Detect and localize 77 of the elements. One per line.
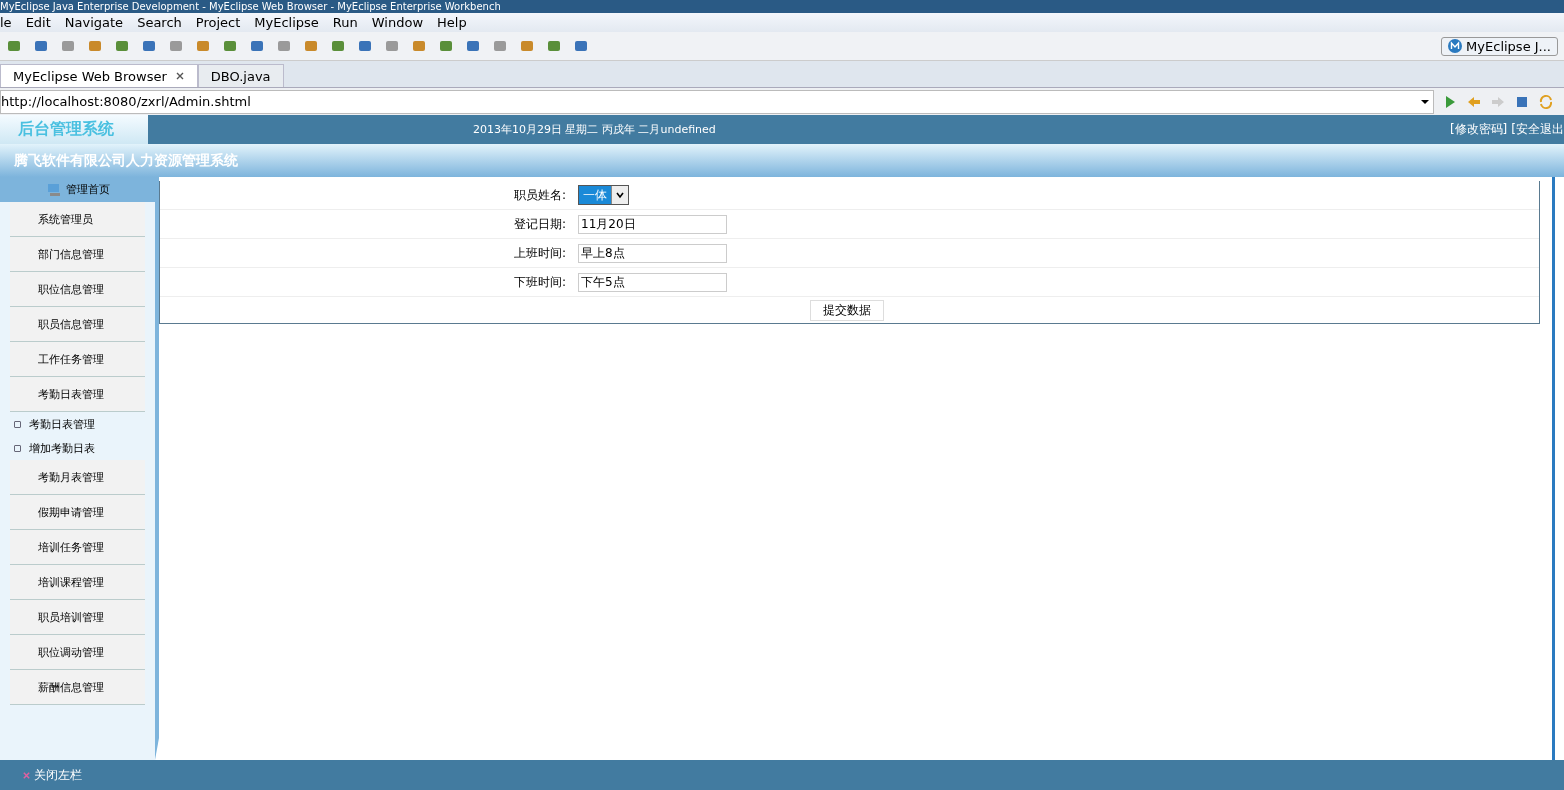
toolbar-icon[interactable]	[546, 38, 562, 54]
window-title: MyEclipse Java Enterprise Development - MyEclipse Web Browser - MyEclipse Enterprise Workbench	[0, 0, 501, 13]
close-sidebar-link[interactable]: 关闭左栏	[16, 765, 88, 785]
date-text: 2013年10月29日 星期二 丙戌年 二月undefined	[473, 122, 716, 137]
menu-item[interactable]: Edit	[25, 15, 51, 30]
toolbar-icon[interactable]	[33, 38, 49, 54]
menu-item[interactable]: Search	[137, 15, 182, 30]
toolbar-icon[interactable]	[357, 38, 373, 54]
close-icon	[22, 770, 31, 780]
field-label: 职员姓名:	[512, 186, 567, 204]
toolbar-icon[interactable]	[492, 38, 508, 54]
perspective-button[interactable]: MyEclipse J...	[1441, 36, 1558, 56]
bullet-icon	[14, 420, 21, 428]
toolbar-icon[interactable]	[519, 38, 535, 54]
menu-item[interactable]: Project	[195, 15, 241, 30]
editor-tab[interactable]: DBO.java	[197, 64, 284, 87]
toolbar-icon[interactable]	[222, 38, 238, 54]
sidebar-item[interactable]: 部门信息管理	[10, 237, 145, 272]
app-logo: 后台管理系统	[0, 115, 148, 144]
toolbar-icon[interactable]	[303, 38, 319, 54]
sidebar-subitem[interactable]: 增加考勤日表	[29, 440, 95, 456]
menu-item[interactable]: Run	[332, 15, 358, 30]
menu-item[interactable]: MyEclipse	[254, 15, 319, 30]
toolbar-icon[interactable]	[141, 38, 157, 54]
toolbar-icon[interactable]	[114, 38, 130, 54]
computer-icon	[45, 181, 62, 198]
menu-item[interactable]: le	[0, 15, 12, 30]
sidebar-item[interactable]: 职位信息管理	[10, 272, 145, 307]
sidebar-item[interactable]: 培训任务管理	[10, 530, 145, 565]
toolbar-icon[interactable]	[276, 38, 292, 54]
toolbar-icon[interactable]	[168, 38, 184, 54]
sidebar-subitem[interactable]: 考勤日表管理	[29, 416, 95, 432]
refresh-icon[interactable]	[1538, 93, 1554, 110]
scrollbar[interactable]	[1552, 177, 1564, 760]
dropdown-caret-icon[interactable]	[1421, 97, 1429, 106]
bullet-icon	[14, 444, 21, 452]
sidebar-item[interactable]: 假期申请管理	[10, 495, 145, 530]
field-label: 上班时间:	[512, 244, 567, 262]
sidebar-item[interactable]: 系统管理员	[10, 202, 145, 237]
toolbar-icon[interactable]	[438, 38, 454, 54]
toolbar-icon[interactable]	[330, 38, 346, 54]
toolbar-icon[interactable]	[411, 38, 427, 54]
toolbar-icon[interactable]	[87, 38, 103, 54]
toolbar-icon[interactable]	[249, 38, 265, 54]
input-field[interactable]: 下午5点	[578, 272, 727, 292]
logo-icon	[1448, 39, 1463, 53]
toolbar-icon[interactable]	[195, 38, 211, 54]
chevron-down-icon	[615, 190, 625, 200]
sidebar-item[interactable]: 考勤月表管理	[10, 460, 145, 495]
field-label: 登记日期:	[512, 215, 567, 233]
toolbar-icon[interactable]	[384, 38, 400, 54]
menu-item[interactable]: Navigate	[64, 15, 124, 30]
menu-item[interactable]: Help	[437, 15, 467, 30]
sidebar-item[interactable]: 工作任务管理	[10, 342, 145, 377]
header-link[interactable]: [修改密码]	[1449, 121, 1508, 138]
home-link[interactable]: 管理首页	[65, 182, 110, 197]
sidebar-item[interactable]: 职员培训管理	[10, 600, 145, 635]
sidebar-item[interactable]: 职位调动管理	[10, 635, 145, 670]
editor-tab[interactable]: MyEclipse Web Browser	[0, 64, 198, 87]
sidebar-item[interactable]: 培训课程管理	[10, 565, 145, 600]
toolbar-icon[interactable]	[573, 38, 589, 54]
header-link[interactable]: [安全退出	[1511, 121, 1564, 138]
field-label: 下班时间:	[512, 273, 567, 291]
url-field[interactable]: http://localhost:8080/zxrl/Admin.shtml	[0, 89, 1434, 114]
toolbar-icon[interactable]	[465, 38, 481, 54]
input-field[interactable]: 11月20日	[578, 214, 727, 234]
sidebar-item[interactable]: 考勤日表管理	[10, 377, 145, 412]
sidebar-item[interactable]: 职员信息管理	[10, 307, 145, 342]
toolbar-icon[interactable]	[60, 38, 76, 54]
system-title: 腾飞软件有限公司人力资源管理系统	[13, 151, 238, 170]
sidebar-item[interactable]: 薪酬信息管理	[10, 670, 145, 705]
submit-button[interactable]: 提交数据	[810, 299, 884, 321]
close-icon[interactable]	[174, 71, 185, 81]
dropdown-field[interactable]: 一体	[578, 185, 629, 205]
input-field[interactable]: 早上8点	[578, 243, 727, 263]
toolbar-icon[interactable]	[6, 38, 22, 54]
menu-item[interactable]: Window	[371, 15, 423, 30]
